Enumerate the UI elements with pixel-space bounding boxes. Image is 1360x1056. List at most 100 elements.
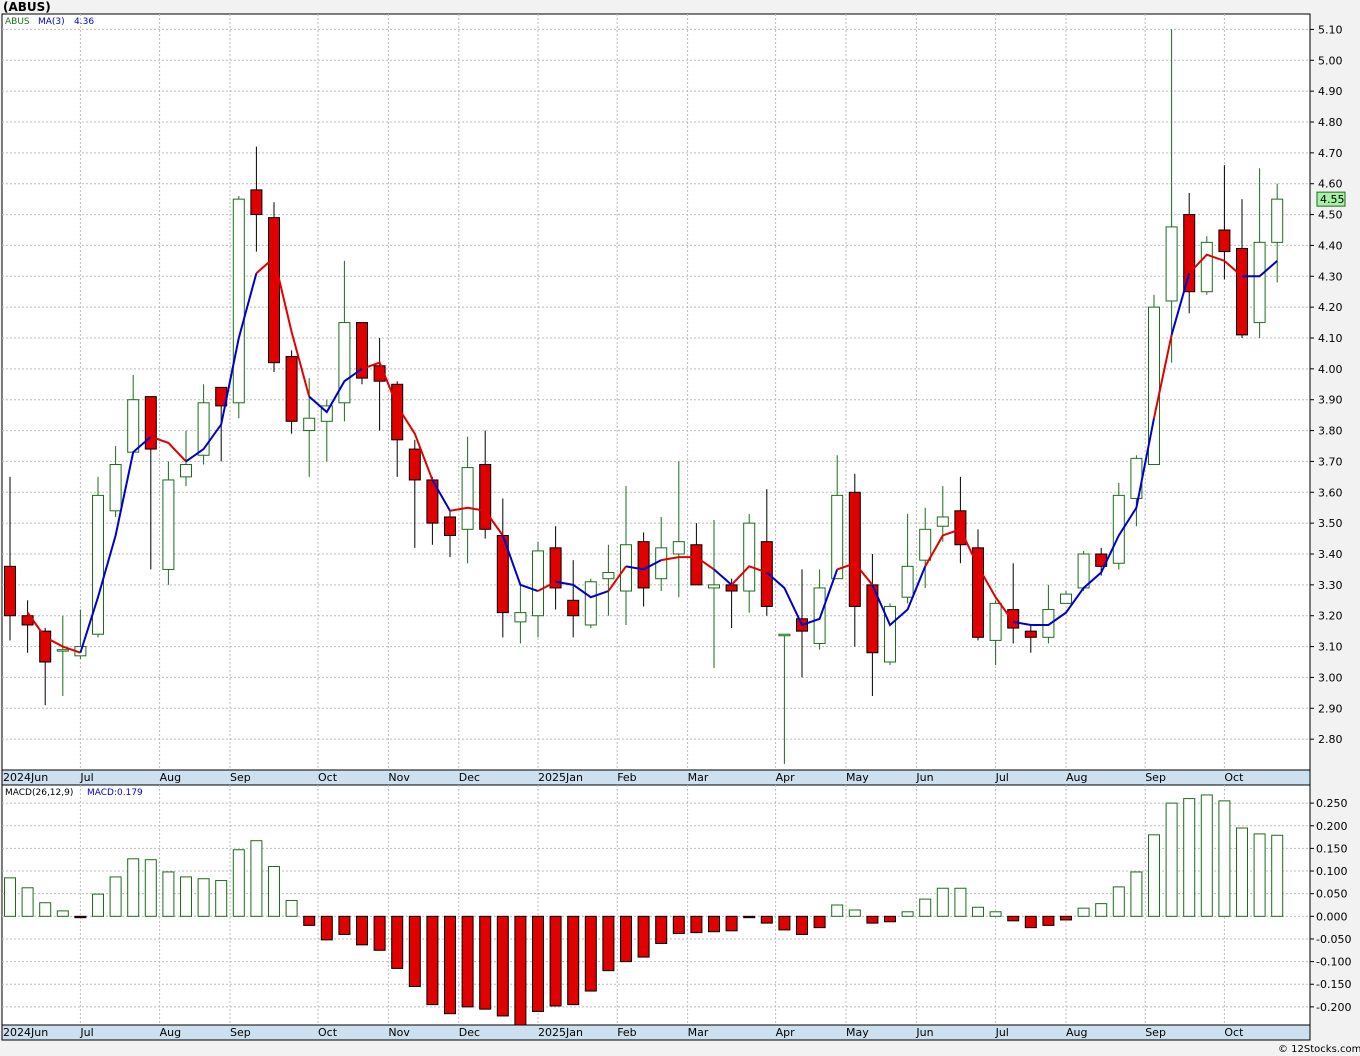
- candle-body: [1060, 593, 1072, 604]
- candle-body: [532, 550, 544, 617]
- macd-bar: [4, 877, 16, 917]
- candle-body: [690, 544, 703, 586]
- macd-tick-label: 0.050: [1316, 888, 1348, 901]
- macd-bar: [444, 915, 456, 1015]
- candle-body: [303, 417, 316, 432]
- candle-body: [743, 522, 756, 592]
- candle-body: [338, 322, 351, 404]
- macd-month-label: Oct: [1224, 1026, 1244, 1039]
- macd-bar: [584, 915, 597, 992]
- ma-value: 4.36: [74, 17, 94, 27]
- macd-bar: [602, 915, 615, 972]
- macd-bar: [778, 915, 791, 931]
- candle-body: [479, 464, 492, 530]
- price-tick-label: 3.50: [1318, 517, 1343, 530]
- price-month-label: 2025Jan: [538, 771, 583, 784]
- macd-bar: [268, 866, 280, 917]
- macd-bar: [250, 840, 263, 917]
- price-tick-label: 3.20: [1318, 610, 1343, 623]
- candle-body: [162, 479, 175, 570]
- macd-bar: [866, 915, 879, 924]
- macd-month-label: Jul: [79, 1026, 93, 1039]
- candle-body: [232, 198, 245, 404]
- macd-bar: [919, 898, 932, 917]
- macd-bar: [760, 915, 773, 924]
- price-month-label: Feb: [617, 771, 636, 784]
- macd-tick-label: 0.000: [1316, 910, 1348, 923]
- macd-month-label: Sep: [230, 1026, 251, 1039]
- macd-bar: [901, 911, 914, 917]
- candle-body: [514, 612, 527, 623]
- macd-month-label: Feb: [617, 1026, 636, 1039]
- macd-bar: [391, 915, 404, 969]
- macd-bar: [725, 915, 738, 932]
- price-month-label: Aug: [160, 771, 181, 784]
- macd-bar: [532, 915, 544, 1012]
- macd-month-label: Jun: [915, 1026, 933, 1039]
- candle-body: [461, 467, 474, 530]
- candle-body: [708, 584, 720, 589]
- macd-bar: [549, 915, 562, 1007]
- macd-bar: [1218, 800, 1231, 917]
- macd-tick-label: 0.100: [1316, 865, 1348, 878]
- candle-body: [109, 464, 122, 512]
- macd-bar: [285, 899, 298, 917]
- candle-body: [56, 649, 69, 652]
- macd-bar: [162, 871, 175, 917]
- macd-bar: [56, 910, 69, 917]
- price-month-axis: [1, 769, 1311, 786]
- price-tick-label: 4.80: [1318, 116, 1343, 129]
- macd-bar: [92, 893, 104, 917]
- macd-bar: [303, 915, 316, 926]
- candle-body: [831, 494, 844, 580]
- candle-body: [901, 565, 914, 598]
- candle-body: [848, 491, 861, 607]
- macd-month-label: Apr: [776, 1026, 796, 1039]
- macd-bar: [232, 849, 245, 917]
- macd-bar: [1200, 794, 1213, 917]
- macd-month-label: Aug: [1066, 1026, 1087, 1039]
- price-tick-label: 3.90: [1318, 394, 1343, 407]
- macd-bar: [1148, 834, 1160, 917]
- price-month-label: Jul: [79, 771, 93, 784]
- candle-body: [4, 565, 16, 617]
- macd-bar: [1183, 798, 1196, 917]
- candle-body: [1218, 229, 1231, 253]
- macd-bar: [39, 902, 52, 917]
- macd-bar: [1112, 886, 1125, 917]
- candle-body: [1077, 553, 1090, 589]
- macd-bar: [972, 906, 984, 917]
- price-month-label: Sep: [1145, 771, 1166, 784]
- price-tick-label: 3.60: [1318, 486, 1343, 499]
- price-month-label: Oct: [1224, 771, 1244, 784]
- macd-bar: [479, 915, 492, 1010]
- price-tick-label: 5.10: [1318, 23, 1343, 36]
- price-month-label: Jul: [995, 771, 1009, 784]
- macd-bar: [74, 915, 87, 919]
- macd-bar: [1165, 802, 1178, 917]
- price-tick-label: 4.70: [1318, 147, 1343, 160]
- macd-bar: [338, 915, 351, 935]
- price-tick-label: 4.20: [1318, 301, 1343, 314]
- macd-month-label: Jul: [995, 1026, 1009, 1039]
- price-month-label: Nov: [388, 771, 410, 784]
- candle-body: [1024, 630, 1037, 638]
- price-month-label: May: [846, 771, 869, 784]
- candle-body: [268, 217, 280, 364]
- macd-bar: [655, 915, 668, 944]
- macd-bar: [180, 876, 192, 917]
- price-month-label: Oct: [318, 771, 338, 784]
- candle-body: [919, 528, 932, 561]
- macd-bar: [426, 915, 439, 1006]
- macd-tick-label: -0.100: [1316, 956, 1351, 969]
- macd-bar: [813, 915, 826, 929]
- candle-body: [936, 516, 949, 527]
- macd-bar: [620, 915, 632, 963]
- macd-month-label: Nov: [388, 1026, 410, 1039]
- price-month-label: Apr: [776, 771, 796, 784]
- macd-bar: [127, 858, 140, 917]
- macd-value: MACD:0.179: [87, 788, 143, 798]
- candle-body: [602, 572, 615, 580]
- candle-body: [989, 602, 1002, 641]
- macd-label: MACD(26,12,9): [5, 788, 73, 798]
